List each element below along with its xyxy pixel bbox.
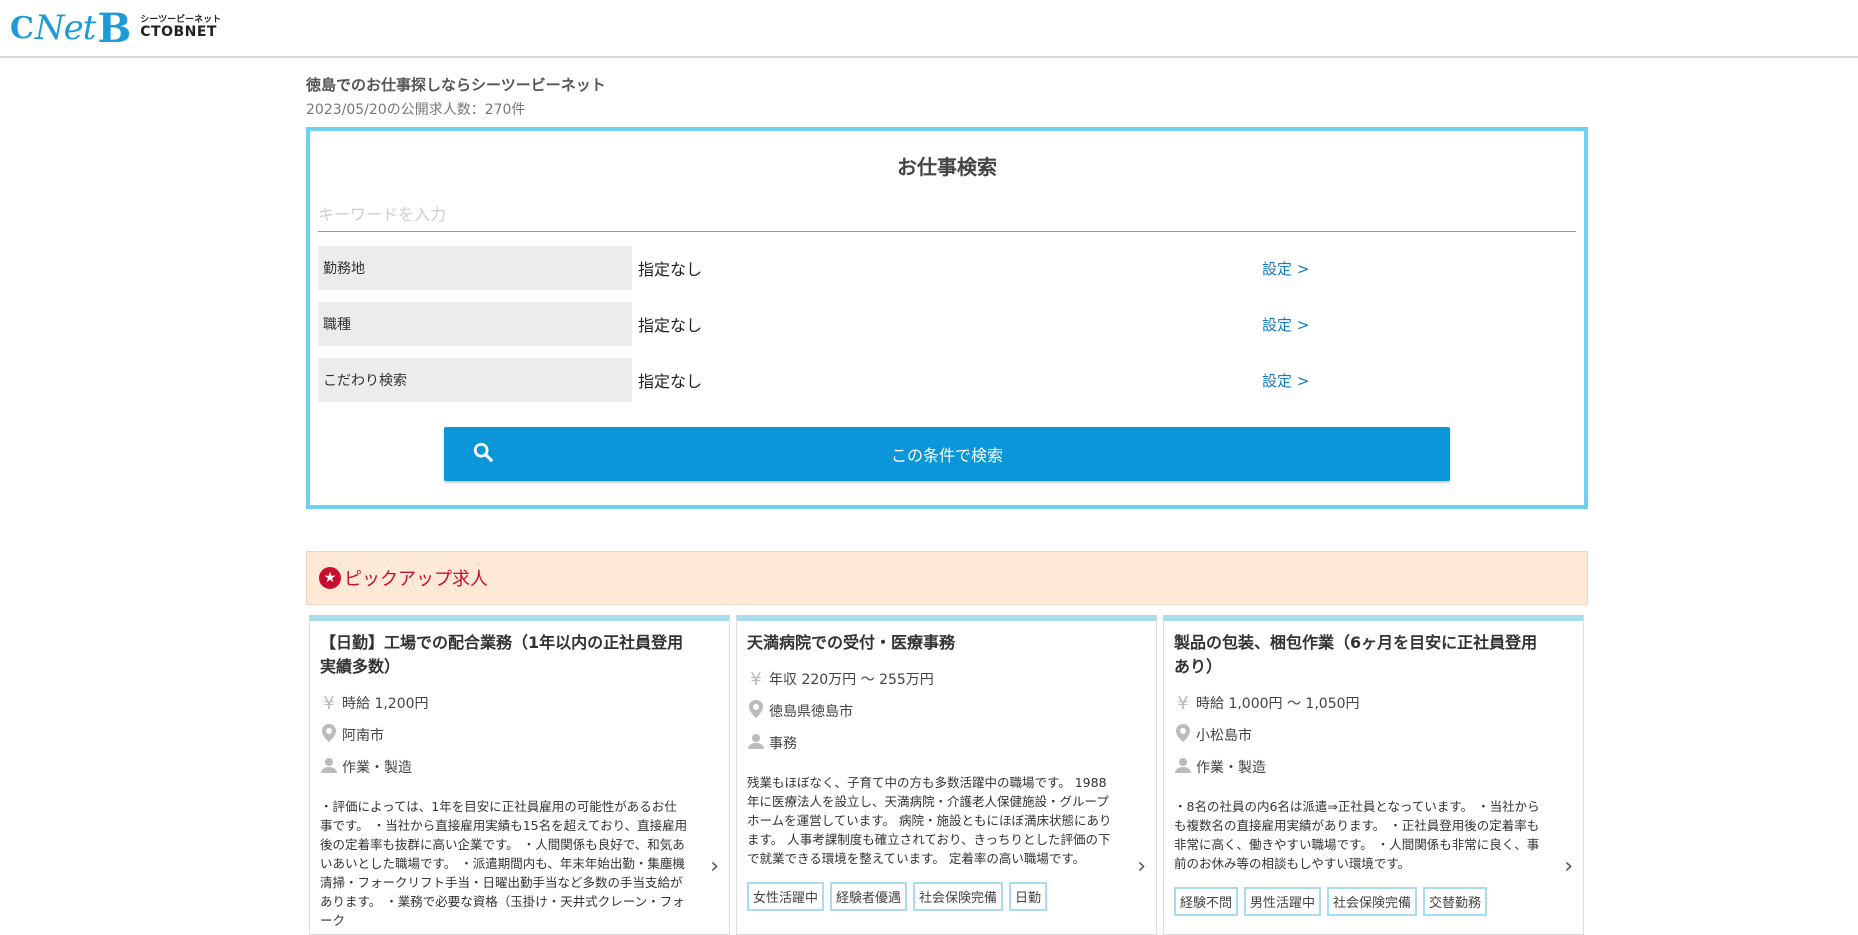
location-pin-icon (320, 723, 338, 747)
job-card[interactable]: 【日勤】工場での配合業務（1年以内の正社員登用実績多数） ¥ 時給 1,200円… (309, 615, 730, 935)
salary-row: ¥ 時給 1,200円 (320, 691, 689, 715)
category-text: 作業・製造 (1196, 760, 1266, 776)
salary-row: ¥ 時給 1,000円 〜 1,050円 (1174, 691, 1543, 715)
job-title[interactable]: 【日勤】工場での配合業務（1年以内の正社員登用実績多数） (320, 631, 689, 679)
logo-mark-text: Net (34, 8, 97, 48)
location-pin-icon (747, 699, 765, 723)
category-text: 事務 (769, 736, 797, 752)
person-icon (320, 757, 338, 778)
job-description: 残業もほぼなく、子育て中の方も多数活躍中の職場です。 1988年に医療法人を設立… (747, 775, 1112, 866)
location-pin-icon (1174, 723, 1192, 747)
pickup-header: ★ ピックアップ求人 (306, 551, 1588, 605)
salary-row: ¥ 年収 220万円 〜 255万円 (747, 667, 1116, 691)
location-text: 阿南市 (342, 728, 384, 744)
yen-icon: ¥ (1177, 692, 1189, 714)
job-card[interactable]: 製品の包装、梱包作業（6ヶ月を目安に正社員登用あり） ¥ 時給 1,000円 〜… (1163, 615, 1584, 935)
location-text: 小松島市 (1196, 728, 1252, 744)
logo-b-glyph: B (97, 4, 131, 52)
tag: 日勤 (1009, 882, 1048, 911)
keyword-field (318, 198, 1576, 232)
job-count: 2023/05/20の公開求人数：270件 (306, 102, 526, 118)
occupation-setting-link[interactable]: 設定 > (1262, 314, 1309, 335)
condition-row-preferences: こだわり検索 指定なし 設定 > (318, 358, 1576, 402)
logo-c-glyph: C (10, 10, 34, 46)
person-icon (1174, 757, 1192, 778)
logo-en: CTOBNET (140, 24, 217, 41)
tag: 経験者優遇 (830, 882, 908, 911)
condition-row-location: 勤務地 指定なし 設定 > (318, 246, 1576, 290)
condition-value: 指定なし (638, 260, 703, 279)
chevron-right-icon[interactable]: › (1137, 854, 1146, 879)
search-icon (472, 441, 494, 467)
condition-value: 指定なし (638, 316, 703, 335)
condition-row-occupation: 職種 指定なし 設定 > (318, 302, 1576, 346)
main-content: 徳島でのお仕事探しならシーツービーネット 2023/05/20の公開求人数：27… (306, 58, 1588, 935)
search-button-label: この条件で検索 (890, 446, 1003, 465)
job-title[interactable]: 製品の包装、梱包作業（6ヶ月を目安に正社員登用あり） (1174, 631, 1543, 679)
keyword-input[interactable] (318, 205, 1576, 224)
search-button[interactable]: この条件で検索 (444, 427, 1450, 481)
site-logo[interactable]: C Net B シーツービーネット CTOBNET (10, 5, 221, 52)
tag-list: 女性活躍中 経験者優遇 社会保険完備 日勤 (747, 882, 1116, 911)
salary-text: 時給 1,200円 (342, 696, 429, 712)
pickup-title: ピックアップ求人 (344, 569, 488, 590)
logo-mark: C Net B (10, 4, 131, 52)
star-icon: ★ (319, 567, 341, 589)
category-row: 事務 (747, 731, 1116, 755)
job-title[interactable]: 天満病院での受付・医療事務 (747, 631, 1116, 655)
job-card[interactable]: 天満病院での受付・医療事務 ¥ 年収 220万円 〜 255万円 徳島県徳島市 … (736, 615, 1157, 935)
logo-text: シーツービーネット CTOBNET (140, 15, 221, 41)
chevron-right-icon[interactable]: › (1564, 854, 1573, 879)
yen-icon: ¥ (323, 692, 335, 714)
tag: 女性活躍中 (747, 882, 825, 911)
condition-label: 職種 (318, 302, 632, 346)
job-description: ・8名の社員の内6名は派遣⇒正社員となっています。 ・当社からも複数名の直接雇用… (1174, 799, 1540, 871)
location-text: 徳島県徳島市 (769, 704, 853, 720)
location-setting-link[interactable]: 設定 > (1262, 258, 1309, 279)
condition-value: 指定なし (638, 372, 703, 391)
tagline: 徳島でのお仕事探しならシーツービーネット (306, 76, 606, 94)
chevron-right-icon[interactable]: › (710, 854, 719, 879)
pickup-cards: 【日勤】工場での配合業務（1年以内の正社員登用実績多数） ¥ 時給 1,200円… (306, 615, 1588, 935)
site-header: C Net B シーツービーネット CTOBNET (0, 0, 1858, 58)
search-title: お仕事検索 (897, 155, 997, 179)
job-description: ・評価によっては、1年を目安に正社員雇用の可能性があるお仕事です。 ・当社から直… (320, 799, 688, 928)
job-search-panel: お仕事検索 勤務地 指定なし 設定 > 職種 指定なし 設定 > こだわり検索 … (306, 127, 1588, 509)
preferences-setting-link[interactable]: 設定 > (1262, 370, 1309, 391)
category-text: 作業・製造 (342, 760, 412, 776)
salary-text: 年収 220万円 〜 255万円 (769, 672, 934, 688)
person-icon (747, 733, 765, 754)
tag: 社会保険完備 (913, 882, 1004, 911)
location-row: 徳島県徳島市 (747, 699, 1116, 723)
location-row: 小松島市 (1174, 723, 1543, 747)
condition-label: 勤務地 (318, 246, 632, 290)
salary-text: 時給 1,000円 〜 1,050円 (1196, 696, 1360, 712)
location-row: 阿南市 (320, 723, 689, 747)
category-row: 作業・製造 (1174, 755, 1543, 779)
category-row: 作業・製造 (320, 755, 689, 779)
yen-icon: ¥ (750, 668, 762, 690)
condition-label: こだわり検索 (318, 358, 632, 402)
